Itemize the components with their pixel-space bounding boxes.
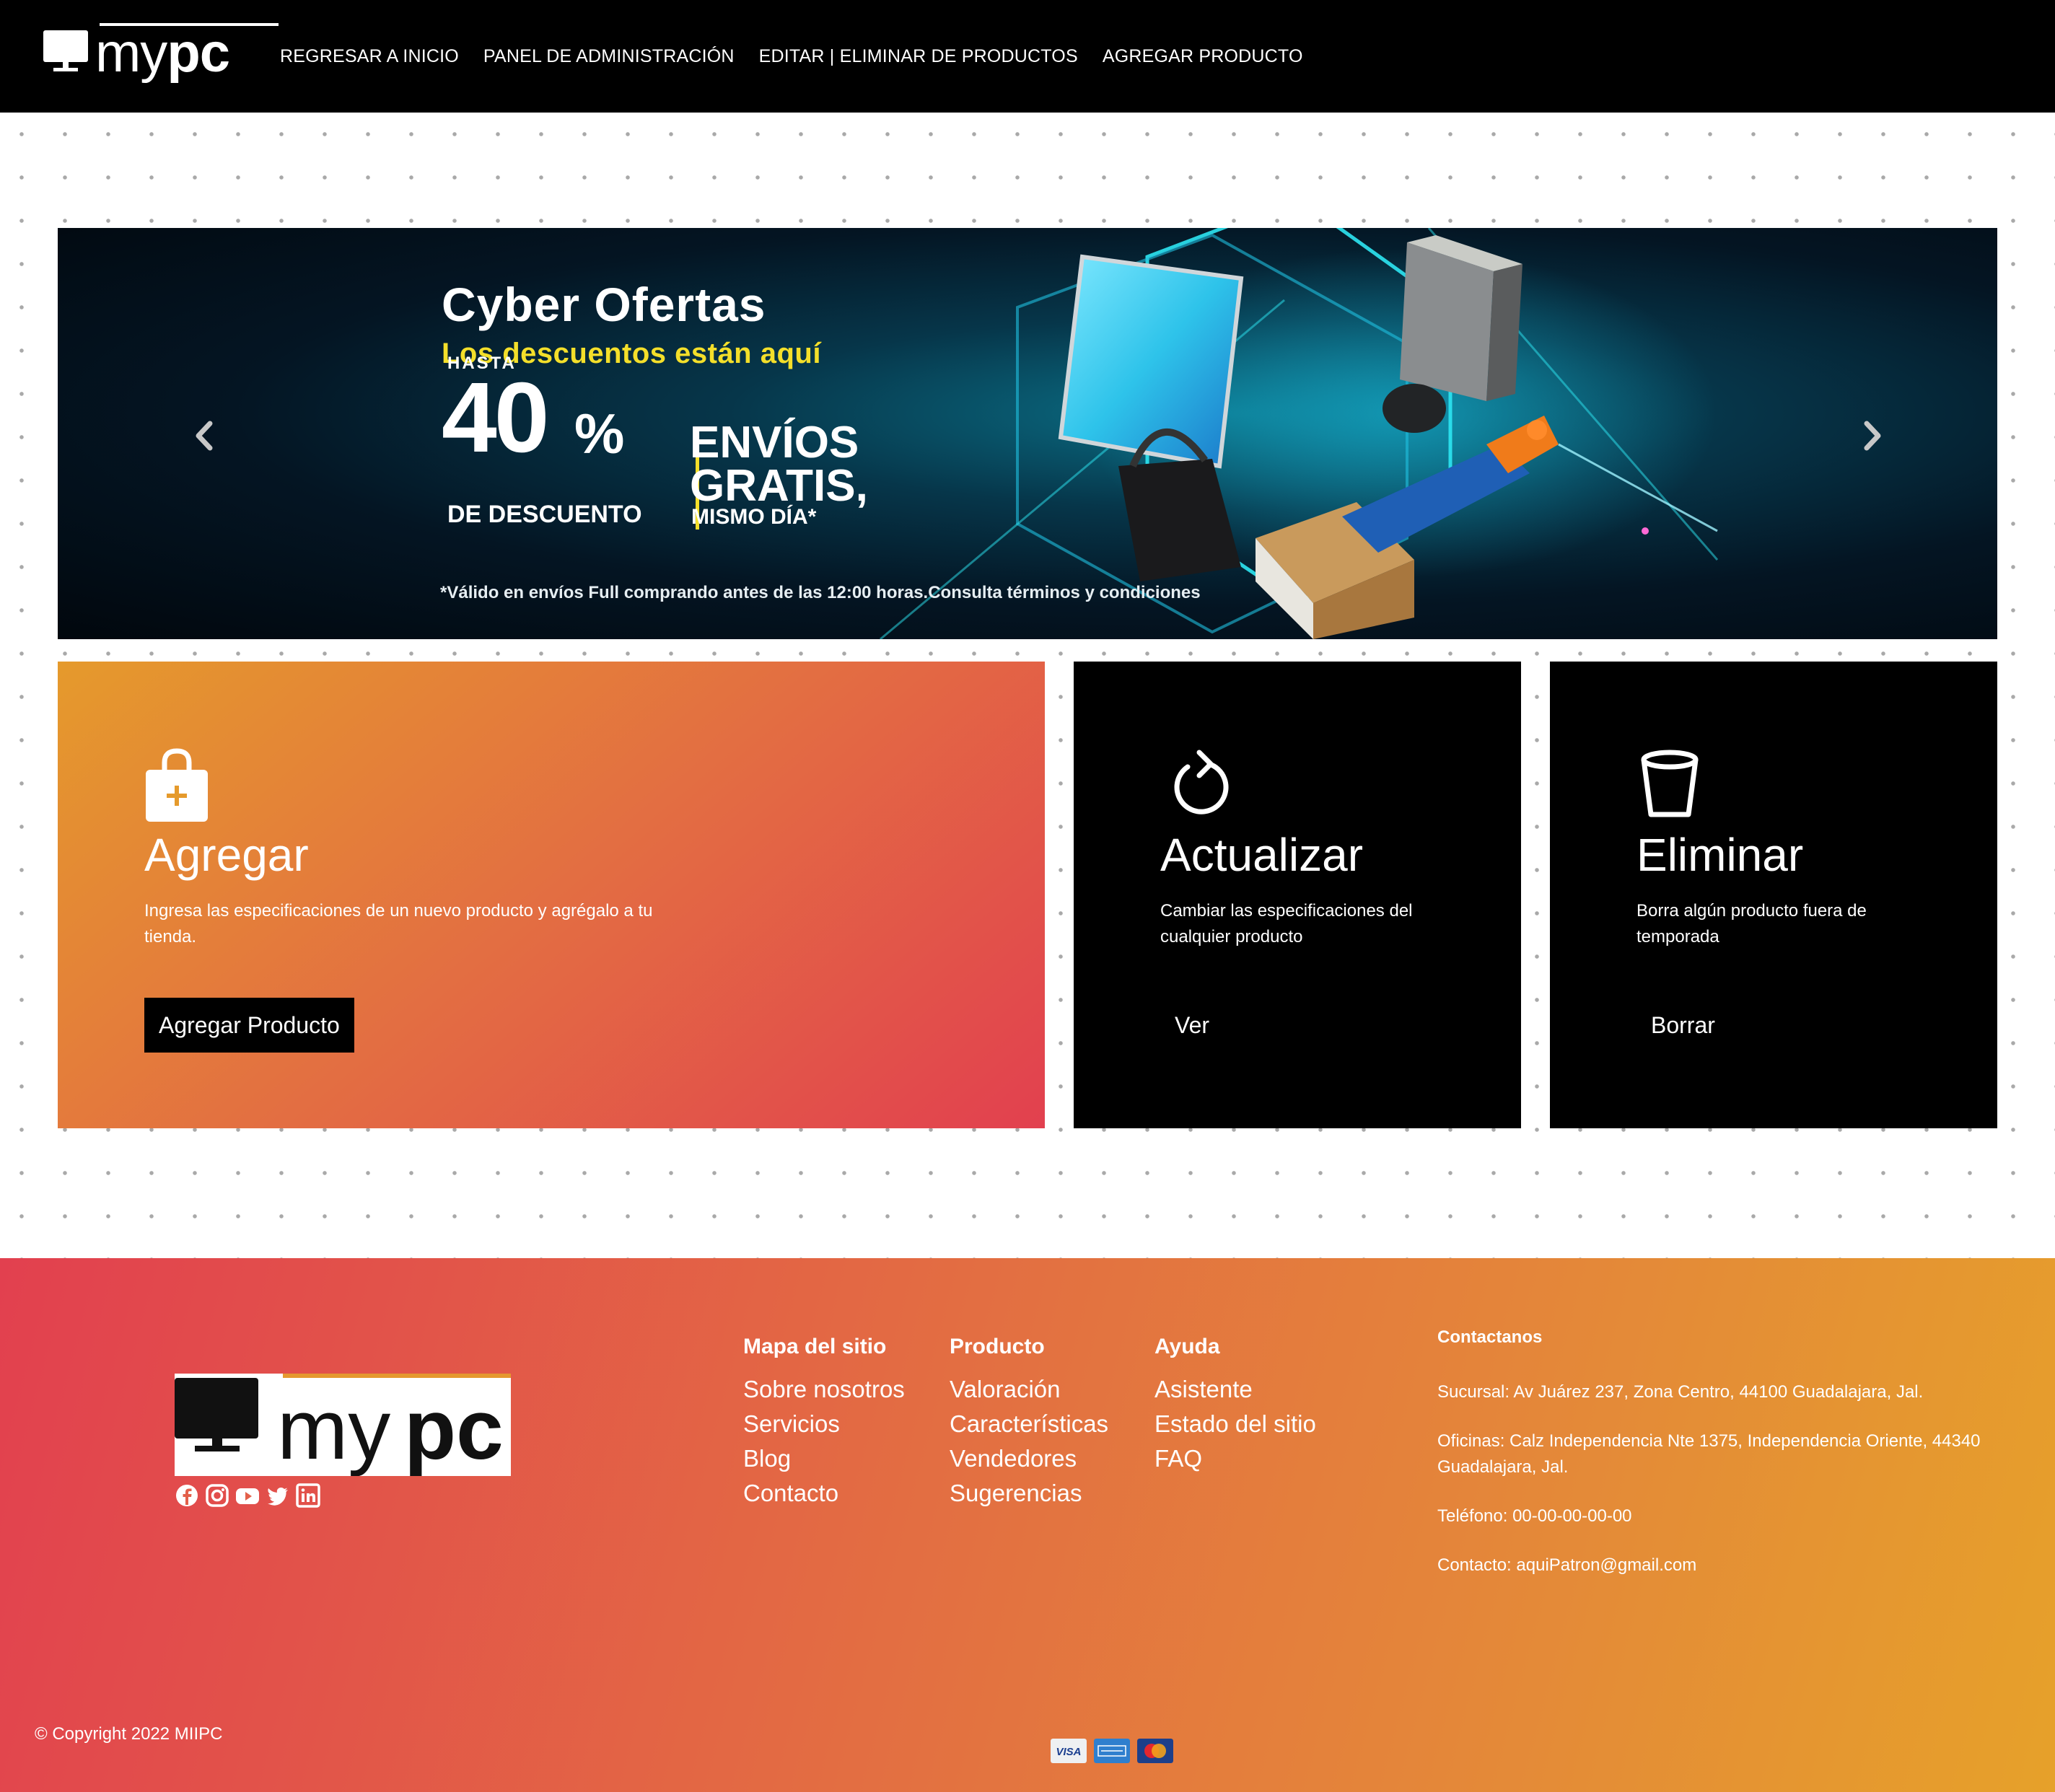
banner-title: Cyber Ofertas [442,278,766,331]
footer-col-producto-title: Producto [950,1335,1045,1358]
main-nav: REGRESAR A INICIO PANEL DE ADMINISTRACIÓ… [280,0,1303,113]
footer-link-blog[interactable]: Blog [743,1441,905,1476]
card-agregar-text: Ingresa las especificaciones de un nuevo… [144,901,653,946]
contact-oficinas: Oficinas: Calz Independencia Nte 1375, I… [1437,1431,1981,1477]
card-actualizar: Actualizar Cambiar las especificaciones … [1074,662,1521,1128]
trash-cup-icon [1641,750,1699,817]
ver-button[interactable]: Ver [1160,998,1224,1053]
footer-link-sugerencias[interactable]: Sugerencias [950,1476,1108,1511]
carousel-next-button[interactable] [1852,414,1895,457]
banner-discount-label: DE DESCUENTO [447,501,642,528]
facebook-icon[interactable] [175,1483,199,1508]
contact-email: Contacto: aquiPatron@gmail.com [1437,1555,1697,1575]
social-links [175,1483,320,1508]
youtube-icon[interactable] [235,1483,260,1508]
footer-brand-pc: pc [404,1382,504,1476]
shopping-bag-plus-icon [146,748,208,822]
footer-link-vendedores[interactable]: Vendedores [950,1441,1108,1476]
footer-link-contacto[interactable]: Contacto [743,1476,905,1511]
site-footer: my pc Mapa del sitio Sobre nosotros Serv… [0,1258,2055,1792]
mastercard-icon [1137,1739,1173,1763]
borrar-button[interactable]: Borrar [1636,998,1730,1053]
top-navbar: mypc REGRESAR A INICIO PANEL DE ADMINIST… [0,0,2055,113]
footer-link-caracteristicas[interactable]: Características [950,1407,1108,1441]
footer-link-faq[interactable]: FAQ [1154,1441,1316,1476]
footer-col-ayuda: Ayuda Asistente Estado del sitio FAQ [1154,1335,1316,1476]
card-actualizar-title: Actualizar [1160,829,1363,881]
brand-pc: pc [167,22,230,84]
footer-link-valoracion[interactable]: Valoración [950,1372,1108,1407]
brand-logo[interactable]: mypc [43,23,279,81]
banner-mismo-dia: MISMO DÍA* [691,505,817,529]
copyright-text: © Copyright 2022 MIIPC [35,1724,223,1744]
footer-logo[interactable]: my pc [175,1374,511,1477]
nav-agregar-producto[interactable]: AGREGAR PRODUCTO [1103,46,1303,67]
contact-title: Contactanos [1437,1327,1543,1347]
footer-col-ayuda-title: Ayuda [1154,1335,1220,1358]
footer-col-mapa: Mapa del sitio Sobre nosotros Servicios … [743,1335,905,1511]
card-agregar-title: Agregar [144,829,309,881]
footer-logo-artwork: my pc [175,1374,511,1477]
linkedin-icon[interactable] [296,1483,320,1508]
nav-panel-administracion[interactable]: PANEL DE ADMINISTRACIÓN [483,46,735,67]
agregar-producto-button[interactable]: Agregar Producto [144,998,354,1053]
chevron-right-icon [1864,421,1881,451]
visa-text: VISA [1056,1746,1081,1758]
footer-link-estado-sitio[interactable]: Estado del sitio [1154,1407,1316,1441]
brand-wordmark: mypc [95,23,279,81]
footer-col-producto: Producto Valoración Características Vend… [950,1335,1108,1511]
payment-methods: VISA [1051,1739,1173,1763]
banner-envios: ENVÍOS GRATIS, [690,418,868,511]
footer-link-sobre-nosotros[interactable]: Sobre nosotros [743,1372,905,1407]
banner-disclaimer: *Válido en envíos Full comprando antes d… [440,583,1201,602]
banner-discount-number: 40 [442,362,549,473]
card-agregar: Agregar Ingresa las especificaciones de … [58,662,1045,1128]
carousel-prev-button[interactable] [182,414,225,457]
monitor-icon [43,30,88,71]
svg-text:my: my [277,1382,390,1476]
promo-carousel[interactable]: Cyber Ofertas Los descuentos están aquí … [58,228,1997,639]
refresh-icon [1174,750,1229,814]
footer-contact: Contactanos Sucursal: Av Juárez 237, Zon… [1437,1327,1986,1602]
chevron-left-icon [196,421,213,451]
twitter-icon[interactable] [266,1483,290,1508]
footer-link-asistente[interactable]: Asistente [1154,1372,1316,1407]
nav-regresar-inicio[interactable]: REGRESAR A INICIO [280,46,459,67]
banner-artwork [880,228,1719,639]
banner-discount-symbol: % [574,402,625,465]
instagram-icon[interactable] [205,1483,229,1508]
footer-col-mapa-title: Mapa del sitio [743,1335,887,1358]
footer-link-servicios[interactable]: Servicios [743,1407,905,1441]
american-express-icon [1094,1739,1130,1763]
banner-envios-line1: ENVÍOS [690,418,859,467]
card-actualizar-text: Cambiar las especificaciones del cualqui… [1160,901,1413,946]
brand-my: my [95,22,167,84]
card-eliminar: Eliminar Borra algún producto fuera de t… [1550,662,1997,1128]
card-eliminar-title: Eliminar [1636,829,1804,881]
card-eliminar-text: Borra algún producto fuera de temporada [1636,901,1867,946]
contact-telefono: Teléfono: 00-00-00-00-00 [1437,1506,1632,1526]
visa-icon: VISA [1051,1739,1087,1763]
contact-sucursal: Sucursal: Av Juárez 237, Zona Centro, 44… [1437,1382,1924,1402]
banner-envios-line2: GRATIS, [690,461,868,511]
nav-editar-eliminar-productos[interactable]: EDITAR | ELIMINAR DE PRODUCTOS [759,46,1078,67]
